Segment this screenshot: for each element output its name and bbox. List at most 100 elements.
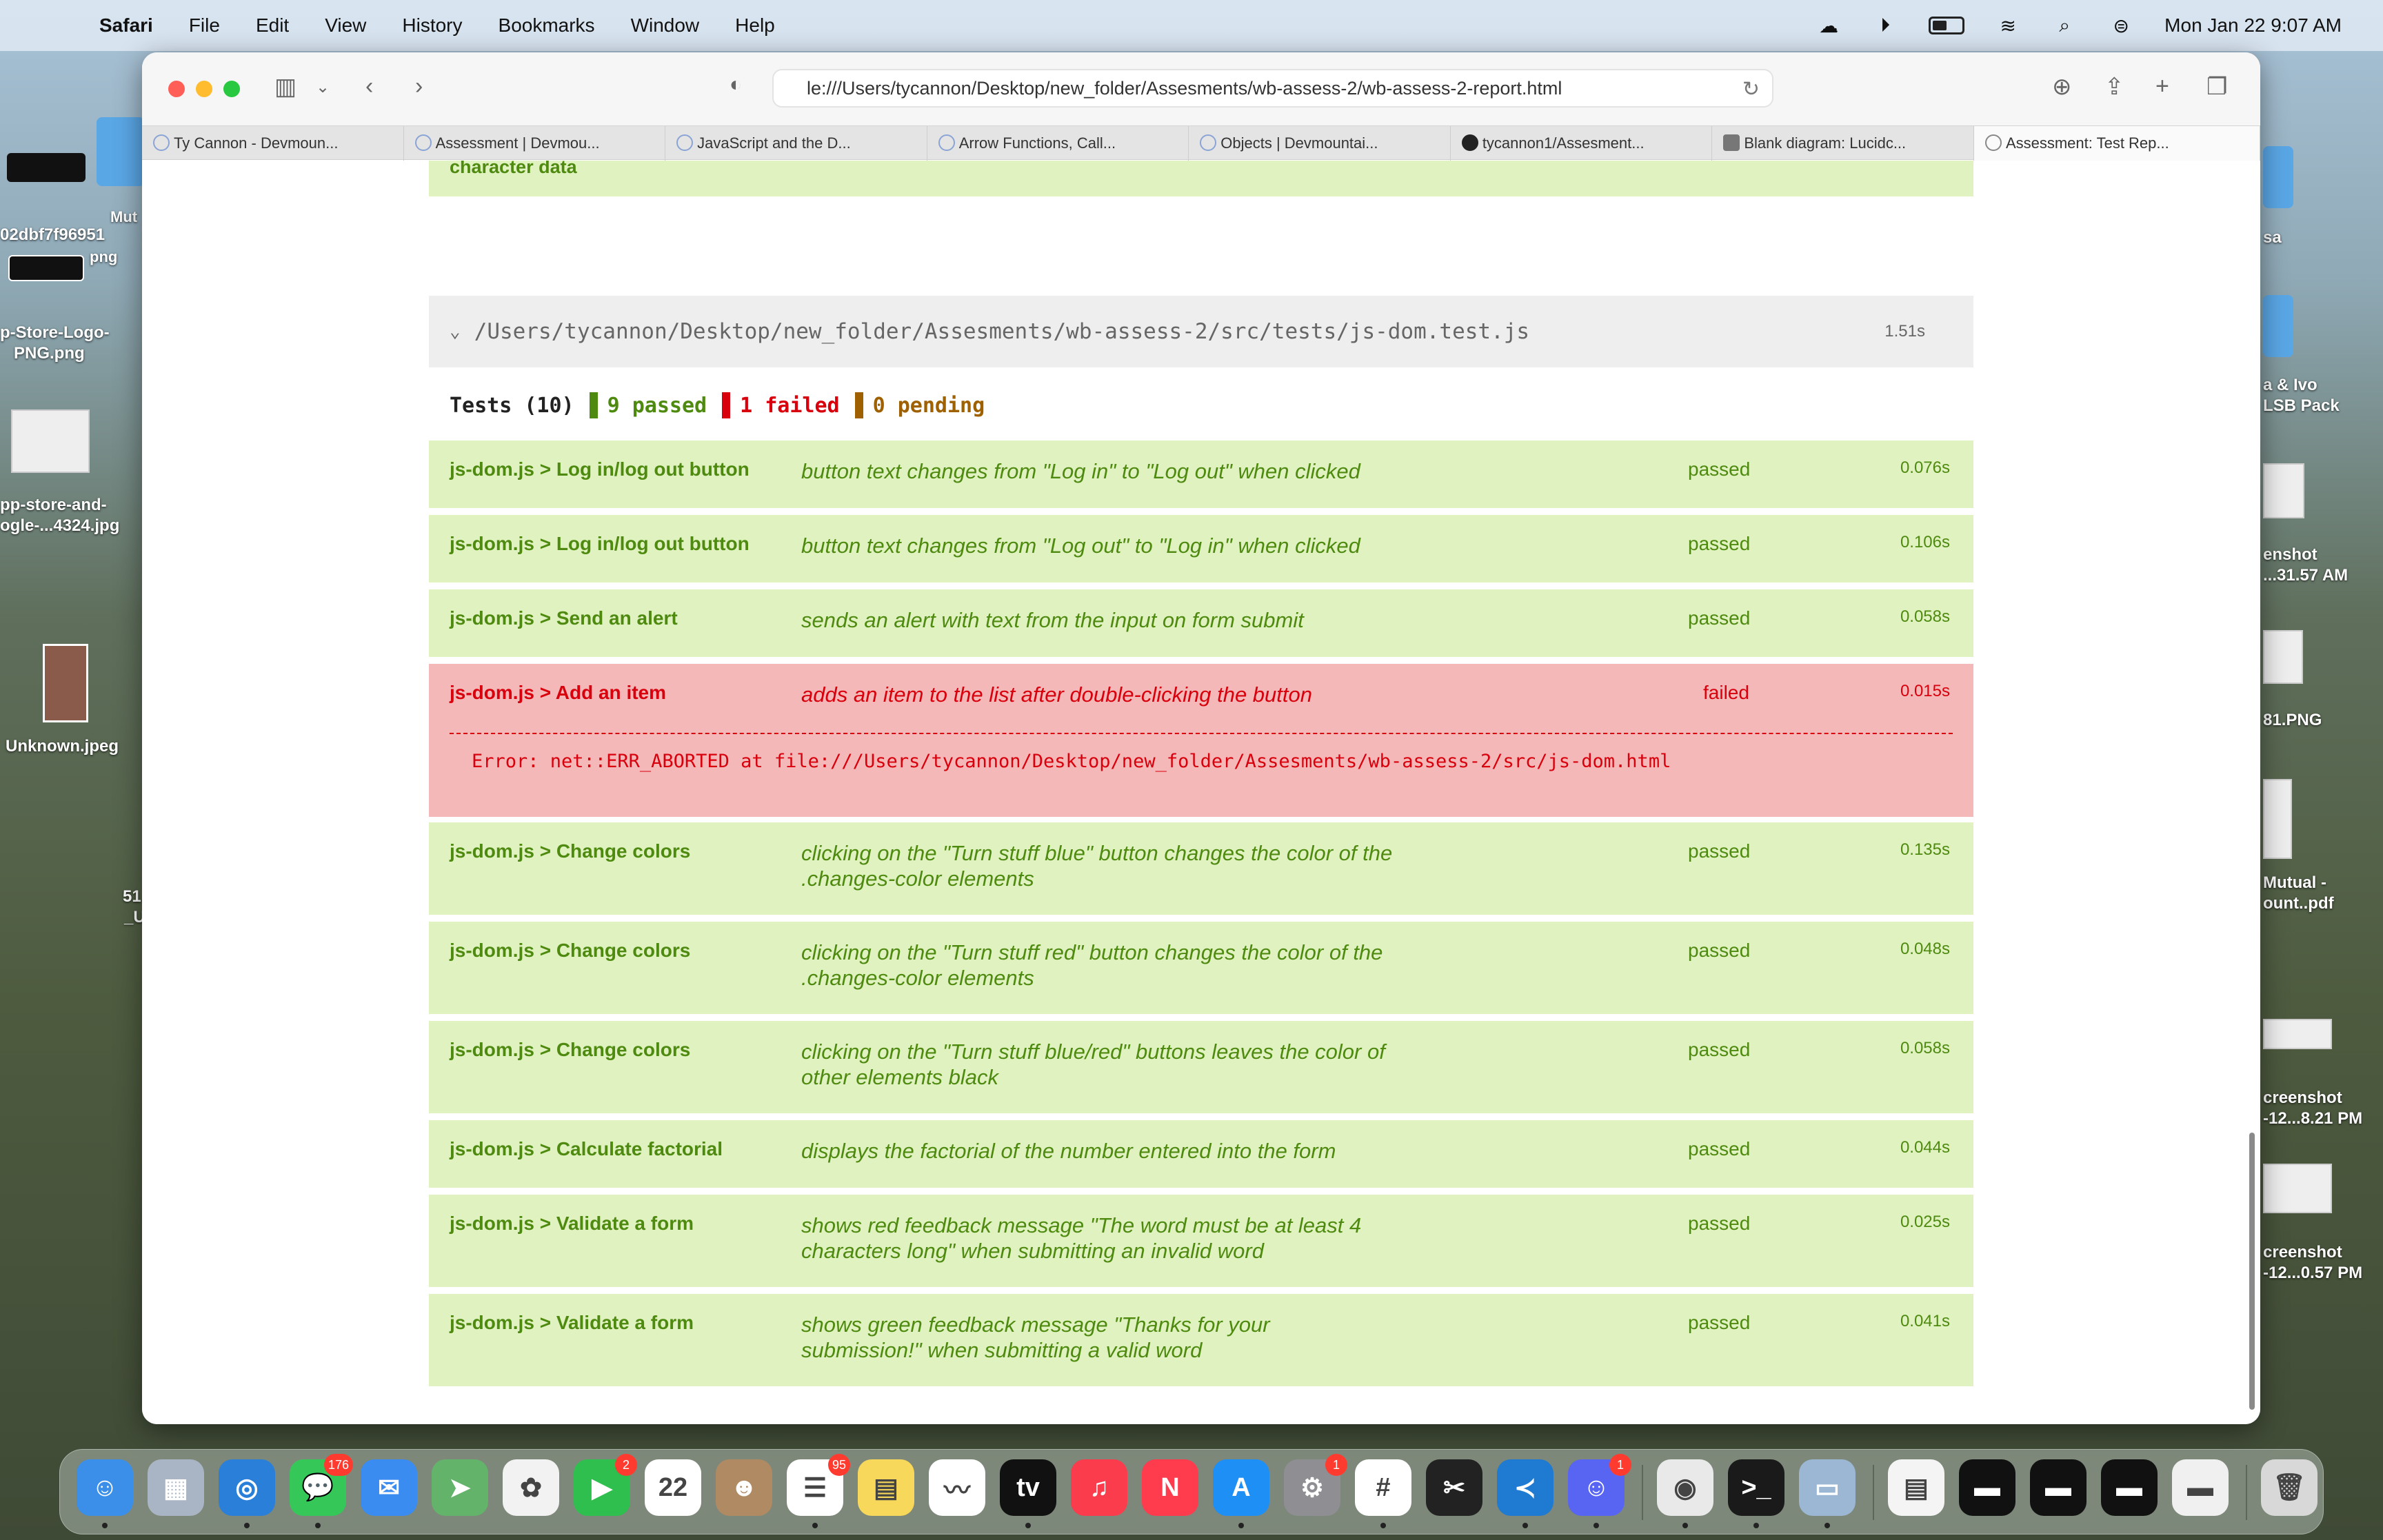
messages-icon[interactable]: 💬 176 bbox=[290, 1454, 353, 1528]
recent-window-3-icon[interactable]: ▬ bbox=[2101, 1459, 2158, 1516]
calendar-icon[interactable]: 22 bbox=[645, 1459, 701, 1516]
maps-icon[interactable]: ➤ bbox=[432, 1459, 488, 1516]
new-tab-icon[interactable]: + bbox=[2155, 73, 2169, 100]
screenshot-thumbnail[interactable] bbox=[2263, 463, 2304, 518]
minimize-window-button[interactable] bbox=[196, 81, 212, 97]
error-message: Error: net::ERR_ABORTED at file:///Users… bbox=[472, 751, 1671, 772]
suite-duration: 1.51s bbox=[1884, 322, 1925, 341]
play-icon[interactable]: ⏵ bbox=[1872, 14, 1898, 36]
menu-edit[interactable]: Edit bbox=[256, 14, 289, 37]
chevron-down-icon[interactable]: ⌄ bbox=[450, 321, 461, 342]
share-icon[interactable]: ⇪ bbox=[2104, 73, 2124, 101]
recent-window-1-icon[interactable]: ▬ bbox=[1959, 1459, 2015, 1516]
screenshot-thumbnail[interactable] bbox=[2263, 1019, 2332, 1049]
menu-app-name[interactable]: Safari bbox=[99, 14, 153, 37]
spotlight-search-icon[interactable]: ⌕ bbox=[2051, 14, 2078, 36]
test-duration: 0.058s bbox=[1900, 1039, 1950, 1057]
tab-label: Objects | Devmountai... bbox=[1220, 134, 1378, 152]
tab-github[interactable]: tycannon1/Assesment... bbox=[1451, 126, 1713, 161]
discord-icon[interactable]: ☺ 1 bbox=[1568, 1454, 1631, 1528]
preview-icon[interactable]: ▭ bbox=[1799, 1459, 1856, 1528]
photos-icon[interactable]: ✿ bbox=[503, 1459, 559, 1516]
reminders-icon[interactable]: ☰ 95 bbox=[787, 1454, 850, 1528]
devmountain-icon bbox=[676, 134, 694, 151]
news-icon[interactable]: N bbox=[1142, 1459, 1198, 1516]
folder-icon[interactable] bbox=[97, 117, 145, 186]
menu-history[interactable]: History bbox=[402, 14, 462, 37]
recent-window-2-icon[interactable]: ▬ bbox=[2030, 1459, 2087, 1516]
chrome-icon[interactable]: ◉ bbox=[1657, 1459, 1713, 1528]
system-settings-icon[interactable]: ⚙ 1 bbox=[1284, 1454, 1347, 1516]
test-suite-name: js-dom.js > Log in/log out button bbox=[450, 533, 750, 554]
music-icon[interactable]: ♫ bbox=[1071, 1459, 1127, 1516]
screenshot-thumbnail[interactable] bbox=[2263, 1164, 2332, 1213]
scrollbar-thumb[interactable] bbox=[2249, 1133, 2255, 1410]
tab-objects[interactable]: Objects | Devmountai... bbox=[1189, 126, 1451, 161]
menu-bookmarks[interactable]: Bookmarks bbox=[499, 14, 595, 37]
pdf-thumbnail[interactable] bbox=[2263, 779, 2292, 859]
appstore-icon[interactable]: A bbox=[1213, 1459, 1269, 1528]
store-badges-thumbnail[interactable] bbox=[11, 409, 90, 473]
sidebar-icon[interactable]: ▥ bbox=[274, 73, 296, 101]
tab-arrow-functions[interactable]: Arrow Functions, Call... bbox=[927, 126, 1189, 161]
app-store-badge-thumbnail[interactable] bbox=[8, 255, 84, 281]
launchpad-icon[interactable]: ▦ bbox=[148, 1459, 204, 1516]
downloads-icon[interactable]: ⊕ bbox=[2052, 73, 2072, 101]
battery-icon[interactable] bbox=[1929, 17, 1965, 34]
freeform-icon[interactable]: 〰 bbox=[929, 1459, 985, 1516]
back-arrow-icon[interactable]: ‹ bbox=[365, 73, 373, 100]
unknown-jpeg-thumbnail[interactable] bbox=[43, 644, 88, 722]
menu-help[interactable]: Help bbox=[735, 14, 775, 37]
menu-view[interactable]: View bbox=[325, 14, 366, 37]
close-window-button[interactable] bbox=[168, 81, 185, 97]
status-area: ☁ ⏵ ≋ ⌕ ⊜ Mon Jan 22 9:07 AM bbox=[1816, 14, 2342, 37]
tab-lucidchart[interactable]: Blank diagram: Lucidc... bbox=[1712, 126, 1974, 161]
google-play-badge-thumbnail[interactable] bbox=[7, 153, 86, 182]
trash-icon[interactable]: 🗑 bbox=[2261, 1459, 2317, 1516]
running-indicator bbox=[1753, 1523, 1759, 1528]
forward-arrow-icon[interactable]: › bbox=[415, 73, 423, 100]
suite-header[interactable]: ⌄ /Users/tycannon/Desktop/new_folder/Ass… bbox=[429, 296, 1973, 367]
test-row: js-dom.js > Send an alert sends an alert… bbox=[429, 589, 1973, 657]
failed-count: 1 failed bbox=[740, 393, 840, 418]
test-duration: 0.076s bbox=[1900, 458, 1950, 477]
privacy-shield-icon[interactable]: ◐ bbox=[730, 73, 742, 97]
png-thumbnail[interactable] bbox=[2263, 630, 2303, 684]
desktop-label-ivo: a & Ivo bbox=[2263, 376, 2317, 394]
folder-icon[interactable] bbox=[2263, 146, 2293, 208]
notes-icon[interactable]: ▤ bbox=[858, 1459, 914, 1516]
recent-doc-icon[interactable]: ▤ bbox=[1888, 1459, 1944, 1516]
test-report-page: character data ⌄ /Users/tycannon/Desktop… bbox=[142, 161, 2260, 1424]
recent-window-4-icon[interactable]: ▬ bbox=[2172, 1459, 2229, 1516]
finder-icon[interactable]: ☺ bbox=[77, 1459, 133, 1528]
reload-icon[interactable]: ↻ bbox=[1742, 77, 1760, 101]
facetime-icon[interactable]: ▶ 2 bbox=[574, 1454, 637, 1516]
address-bar[interactable]: le:///Users/tycannon/Desktop/new_folder/… bbox=[772, 69, 1773, 108]
control-center-icon[interactable]: ⊜ bbox=[2108, 15, 2134, 37]
menu-window[interactable]: Window bbox=[631, 14, 700, 37]
chevron-down-icon[interactable]: ⌄ bbox=[316, 77, 330, 97]
running-indicator bbox=[1238, 1523, 1244, 1528]
menu-clock[interactable]: Mon Jan 22 9:07 AM bbox=[2164, 14, 2342, 37]
address-url: le:///Users/tycannon/Desktop/new_folder/… bbox=[807, 77, 1562, 99]
slack-icon[interactable]: # bbox=[1355, 1459, 1411, 1528]
tab-assessment[interactable]: Assessment | Devmou... bbox=[404, 126, 666, 161]
tab-overview-icon[interactable]: ❐ bbox=[2206, 73, 2227, 101]
tab-javascript-dom[interactable]: JavaScript and the D... bbox=[665, 126, 927, 161]
vscode-icon[interactable]: ≺ bbox=[1497, 1459, 1554, 1528]
wifi-icon[interactable]: ≋ bbox=[1995, 15, 2021, 37]
appletv-icon[interactable]: tv bbox=[1000, 1459, 1056, 1528]
mail-icon[interactable]: ✉ bbox=[361, 1459, 417, 1516]
folder-icon[interactable] bbox=[2263, 295, 2293, 357]
menu-file[interactable]: File bbox=[189, 14, 220, 37]
running-indicator bbox=[1824, 1523, 1830, 1528]
safari-icon[interactable]: ◎ bbox=[219, 1459, 275, 1528]
terminal-icon[interactable]: >_ bbox=[1728, 1459, 1784, 1528]
final-cut-icon[interactable]: ✂ bbox=[1426, 1459, 1482, 1516]
desktop-label-png: png bbox=[90, 248, 118, 265]
contacts-icon[interactable]: ☻ bbox=[716, 1459, 772, 1516]
zoom-window-button[interactable] bbox=[223, 81, 240, 97]
tab-test-report[interactable]: Assessment: Test Rep... bbox=[1973, 126, 2260, 161]
tab-devmountain-profile[interactable]: Ty Cannon - Devmoun... bbox=[142, 126, 404, 161]
creative-cloud-icon[interactable]: ☁ bbox=[1816, 15, 1842, 37]
